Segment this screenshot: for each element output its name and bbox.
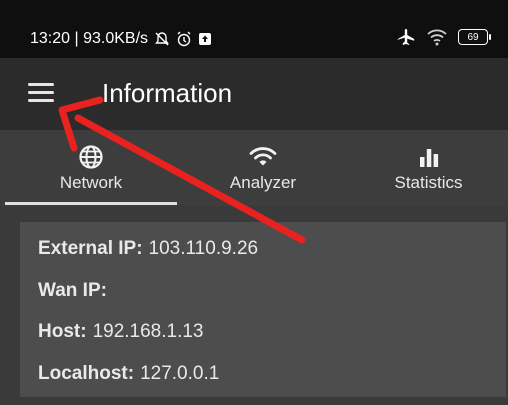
airplane-icon (397, 29, 415, 45)
info-row-external-ip: External IP: 103.110.9.26 (38, 238, 258, 260)
wifi-icon (249, 147, 277, 166)
info-value: 192.168.1.13 (92, 321, 204, 342)
network-info-card: External IP: 103.110.9.26 Wan IP: Host: 19… (20, 222, 506, 397)
wifi-icon (427, 29, 447, 46)
status-bar: 13:20 | 93.0KB/s 69 (0, 0, 508, 58)
battery-icon: 69 (458, 29, 491, 45)
info-key: Host: (38, 321, 87, 342)
tab-statistics[interactable]: Statistics (349, 130, 508, 206)
bell-off-icon (155, 32, 169, 46)
hamburger-menu-icon[interactable] (28, 81, 56, 105)
status-time-speed: 13:20 | 93.0KB/s (30, 30, 149, 47)
app-bar: Information (0, 58, 508, 130)
info-key: External IP: (38, 238, 143, 259)
notification-icon (199, 33, 212, 45)
info-row-wan-ip: Wan IP: (38, 280, 113, 302)
battery-level: 69 (467, 31, 479, 43)
alarm-icon (177, 31, 191, 47)
tab-network[interactable]: Network (5, 130, 177, 206)
tab-bar: Network Analyzer Statistics (0, 130, 508, 206)
info-row-localhost: Localhost: 127.0.0.1 (38, 363, 219, 385)
status-right: 69 (396, 27, 491, 47)
tab-network-label: Network (59, 173, 123, 192)
page-title: Information (102, 78, 233, 108)
status-left: 13:20 | 93.0KB/s (30, 30, 212, 48)
tab-statistics-label: Statistics (394, 173, 463, 192)
tab-analyzer-label: Analyzer (229, 173, 297, 192)
bar-chart-icon (419, 149, 438, 167)
tab-analyzer[interactable]: Analyzer (177, 130, 349, 206)
info-row-host: Host: 192.168.1.13 (38, 321, 204, 343)
globe-icon (79, 145, 103, 169)
info-key: Localhost: (38, 363, 135, 384)
info-value: 127.0.0.1 (140, 363, 220, 384)
info-key: Wan IP: (38, 280, 107, 301)
tab-selected-indicator (5, 202, 177, 205)
info-value: 103.110.9.26 (148, 238, 259, 259)
